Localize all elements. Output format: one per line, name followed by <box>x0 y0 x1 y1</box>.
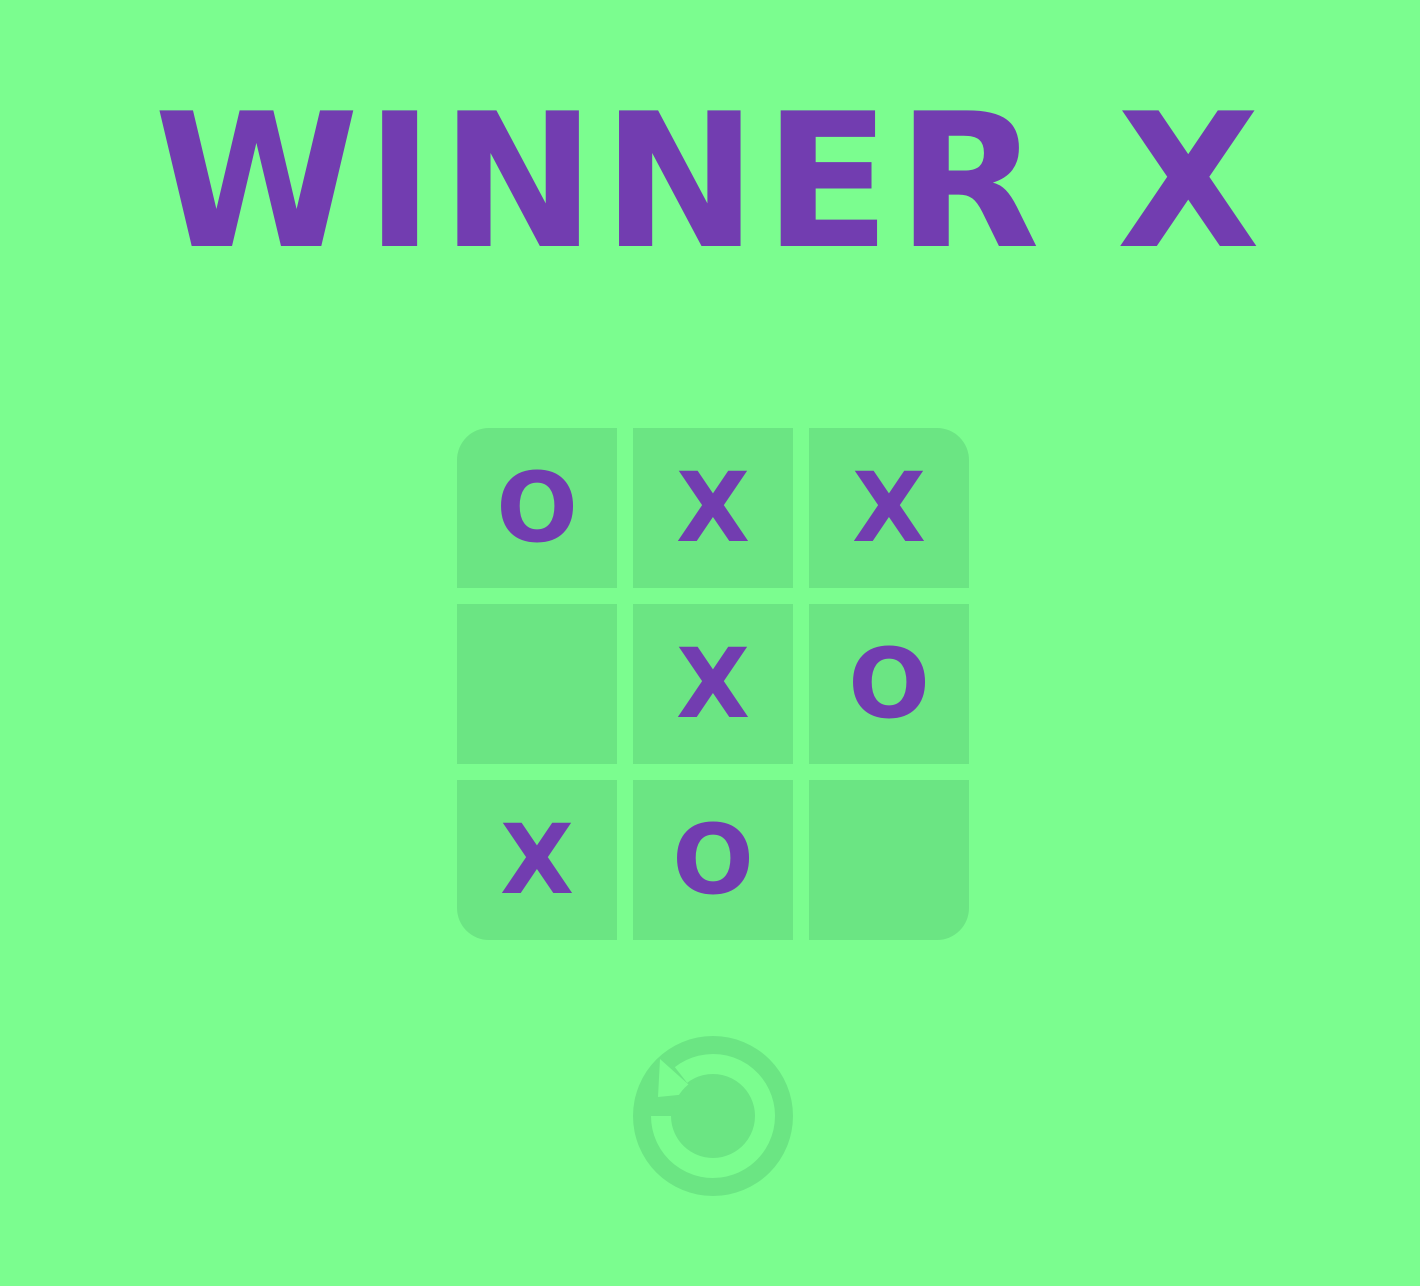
board-cell[interactable]: X <box>633 604 793 764</box>
game-board: O X X X O X O <box>457 428 969 940</box>
board-cell[interactable]: X <box>633 428 793 588</box>
board-cell[interactable]: X <box>457 780 617 940</box>
winner-title: WINNER X <box>153 73 1267 290</box>
board-cell[interactable]: O <box>633 780 793 940</box>
restart-icon <box>633 1036 793 1196</box>
board-cell[interactable]: O <box>457 428 617 588</box>
board-cell[interactable] <box>809 780 969 940</box>
board-cell[interactable] <box>457 604 617 764</box>
board-cell[interactable]: X <box>809 428 969 588</box>
board-cell[interactable]: O <box>809 604 969 764</box>
restart-button[interactable] <box>633 1036 793 1196</box>
